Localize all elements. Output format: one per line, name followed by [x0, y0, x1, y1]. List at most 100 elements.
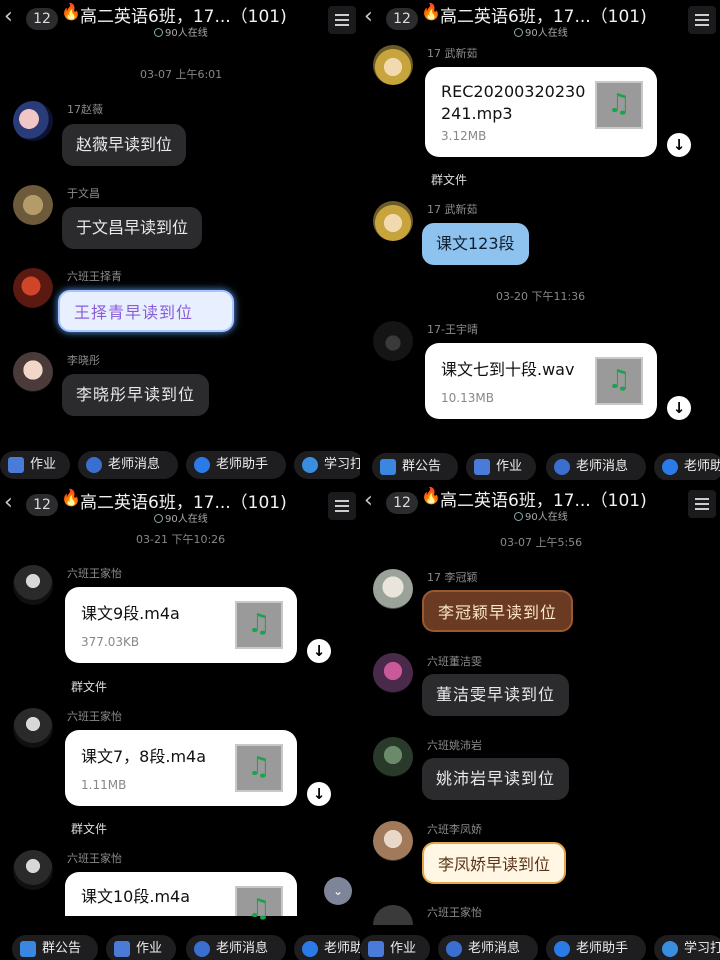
- file-name: 课文9段.m4a: [81, 604, 180, 623]
- sender-name: 六班王家怡: [67, 710, 122, 723]
- message-bubble[interactable]: 王择青早读到位: [58, 290, 234, 332]
- sender-name: 六班王家怡: [67, 567, 122, 580]
- sender-name: 六班董洁雯: [427, 655, 482, 668]
- file-name: REC20200320230241.mp3: [441, 82, 586, 123]
- homework-icon: [114, 941, 130, 957]
- teacher-message-chip[interactable]: 老师消息: [186, 935, 286, 960]
- teacher-message-icon: [446, 941, 462, 957]
- file-message-card[interactable]: REC20200320230241.mp3 3.12MB ♫: [425, 67, 657, 157]
- avatar[interactable]: [13, 850, 53, 890]
- avatar[interactable]: [373, 45, 413, 85]
- menu-icon[interactable]: [328, 492, 356, 520]
- message-bubble[interactable]: 李冠颖早读到位: [422, 590, 574, 632]
- study-checkin-chip[interactable]: 学习打: [654, 935, 720, 960]
- homework-icon: [8, 457, 24, 473]
- teacher-message-chip[interactable]: 老师消息: [546, 453, 646, 480]
- menu-icon[interactable]: [688, 490, 716, 518]
- unread-badge[interactable]: 12: [386, 492, 418, 514]
- study-checkin-chip[interactable]: 学习打: [294, 451, 360, 479]
- back-icon[interactable]: ‹: [364, 6, 382, 28]
- group-file-label[interactable]: 群文件: [71, 678, 107, 695]
- message-bubble[interactable]: 李凤娇早读到位: [422, 842, 567, 884]
- homework-chip[interactable]: 作业: [106, 935, 176, 960]
- teacher-message-chip[interactable]: 老师消息: [438, 935, 538, 960]
- homework-chip[interactable]: 作业: [360, 935, 430, 960]
- screenshot-collage: ‹ 12 🔥 高二英语6班，17...（101) 90人在线 03-07 上午6…: [0, 0, 720, 960]
- sender-name: 六班李凤娇: [427, 823, 482, 836]
- music-file-icon: ♫: [235, 601, 283, 649]
- download-icon[interactable]: ↓: [307, 639, 331, 663]
- avatar[interactable]: [13, 185, 53, 225]
- download-icon[interactable]: ↓: [667, 133, 691, 157]
- sender-name: 17赵薇: [67, 103, 103, 116]
- avatar[interactable]: [373, 569, 413, 609]
- homework-chip[interactable]: 作业: [0, 451, 70, 479]
- teacher-assistant-chip[interactable]: 老师助: [294, 935, 360, 960]
- scroll-down-icon[interactable]: ⌄: [324, 877, 352, 905]
- avatar[interactable]: [373, 653, 413, 693]
- sender-name: 17 武新茹: [427, 203, 478, 216]
- homework-chip[interactable]: 作业: [466, 453, 536, 480]
- sender-name: 六班王家怡: [427, 906, 482, 919]
- teacher-assistant-chip[interactable]: 老师助: [654, 453, 720, 480]
- back-icon[interactable]: ‹: [4, 492, 22, 514]
- file-size: 10.13MB: [441, 391, 494, 405]
- chat-header: ‹ 12 🔥 高二英语6班，17...（101) 90人在线: [360, 0, 720, 40]
- chat-panel-4: ‹ 12 🔥 高二英语6班，17...（101) 90人在线 03-07 上午5…: [360, 480, 720, 960]
- online-count: 90人在线: [154, 510, 208, 525]
- chat-panel-2: ‹ 12 🔥 高二英语6班，17...（101) 90人在线 17 武新茹 RE…: [360, 0, 720, 480]
- group-notice-chip[interactable]: 群公告: [372, 453, 458, 480]
- message-bubble[interactable]: 课文123段: [422, 223, 529, 265]
- teacher-assistant-chip[interactable]: 老师助手: [186, 451, 286, 479]
- message-bubble[interactable]: 于文昌早读到位: [62, 207, 203, 249]
- file-message-card[interactable]: 课文10段.m4a ♫: [65, 872, 297, 924]
- avatar[interactable]: [373, 321, 413, 361]
- file-message-card[interactable]: 课文7，8段.m4a 1.11MB ♫: [65, 730, 297, 806]
- download-icon[interactable]: ↓: [667, 396, 691, 420]
- message-bubble[interactable]: 姚沛岩早读到位: [422, 758, 570, 800]
- assistant-icon: [554, 941, 570, 957]
- message-bubble[interactable]: 董洁雯早读到位: [422, 674, 570, 716]
- message-timestamp: 03-20 下午11:36: [496, 290, 586, 303]
- unread-badge[interactable]: 12: [26, 494, 58, 516]
- homework-icon: [474, 459, 490, 475]
- message-bubble[interactable]: 李晓彤早读到位: [62, 374, 210, 416]
- avatar[interactable]: [13, 352, 53, 392]
- unread-badge[interactable]: 12: [26, 8, 58, 30]
- download-icon[interactable]: ↓: [307, 782, 331, 806]
- menu-icon[interactable]: [328, 6, 356, 34]
- sender-name: 六班姚沛岩: [427, 739, 482, 752]
- unread-badge[interactable]: 12: [386, 8, 418, 30]
- teacher-message-chip[interactable]: 老师消息: [78, 451, 178, 479]
- sender-name: 17-王宇晴: [427, 323, 478, 336]
- back-icon[interactable]: ‹: [4, 6, 22, 28]
- avatar[interactable]: [373, 201, 413, 241]
- sender-name: 17 李冠颖: [427, 571, 478, 584]
- avatar[interactable]: [373, 821, 413, 861]
- avatar[interactable]: [373, 905, 413, 925]
- sender-name: 六班王择青: [67, 270, 122, 283]
- file-message-card[interactable]: 课文七到十段.wav 10.13MB ♫: [425, 343, 657, 419]
- avatar[interactable]: [13, 101, 53, 141]
- avatar[interactable]: [13, 565, 53, 605]
- music-file-icon: ♫: [235, 744, 283, 792]
- file-message-card[interactable]: 课文9段.m4a 377.03KB ♫: [65, 587, 297, 663]
- chat-panel-3: ‹ 12 🔥 高二英语6班，17...（101) 90人在线 03-21 下午1…: [0, 480, 360, 960]
- avatar[interactable]: [13, 708, 53, 748]
- group-file-label[interactable]: 群文件: [431, 171, 467, 188]
- back-icon[interactable]: ‹: [364, 490, 382, 512]
- group-notice-chip[interactable]: 群公告: [12, 935, 98, 960]
- menu-icon[interactable]: [688, 6, 716, 34]
- message-bubble[interactable]: 赵薇早读到位: [62, 124, 187, 166]
- teacher-assistant-chip[interactable]: 老师助手: [546, 935, 646, 960]
- megaphone-icon: [20, 941, 36, 957]
- assistant-icon: [662, 459, 678, 475]
- music-file-icon: ♫: [235, 886, 283, 924]
- online-count: 90人在线: [514, 24, 568, 39]
- group-file-label[interactable]: 群文件: [71, 820, 107, 837]
- homework-icon: [368, 941, 384, 957]
- online-icon: [514, 28, 523, 37]
- sender-name: 于文昌: [67, 187, 100, 200]
- avatar[interactable]: [373, 737, 413, 777]
- avatar[interactable]: [13, 268, 53, 308]
